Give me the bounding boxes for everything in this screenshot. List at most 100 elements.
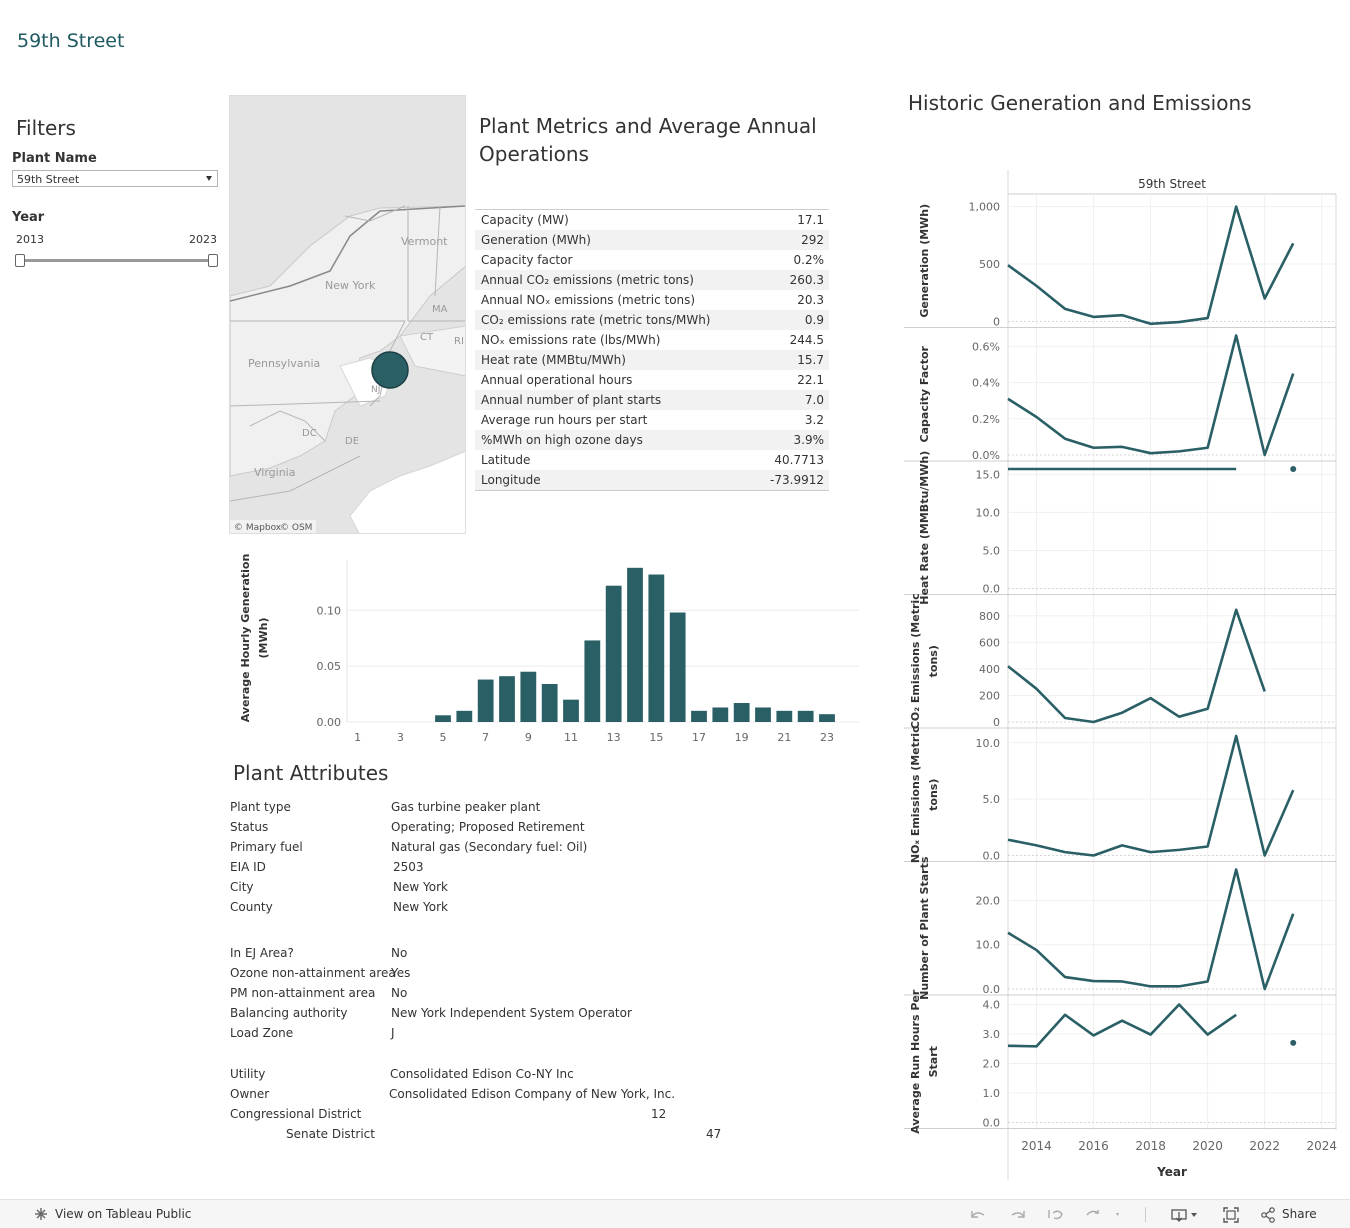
series-line	[1007, 1003, 1237, 1048]
bar-x-tick: 11	[564, 731, 578, 744]
bar-x-tick: 7	[482, 731, 489, 744]
year-tick: 2016	[1078, 1139, 1109, 1153]
attribute-label: Senate District	[286, 1127, 375, 1141]
historic-charts[interactable]: 59th Street 0 500 1,000 Generation (MWh) 0.0%…	[900, 170, 1340, 1190]
plant-location-marker	[371, 351, 409, 389]
undo-icon[interactable]	[968, 1207, 988, 1223]
attribute-label: Status	[230, 820, 269, 834]
metric-label: Longitude	[481, 473, 541, 487]
hour-bar	[648, 574, 665, 722]
metric-label: Annual number of plant starts	[481, 393, 662, 407]
attribute-value: Natural gas (Secondary fuel: Oil)	[391, 840, 588, 854]
panel-y-label: Heat Rate (MMBtu/MWh)	[918, 451, 931, 605]
attribute-label: Load Zone	[230, 1026, 294, 1040]
panel-y-label: Generation (MWh)	[918, 204, 931, 318]
metric-row: Annual CO₂ emissions (metric tons) 260.3	[475, 270, 829, 290]
svg-text:Heat Rate (MMBtu/MWh): Heat Rate (MMBtu/MWh)	[918, 451, 931, 605]
metrics-table: Capacity (MW) 17.1 Generation (MWh) 292 Capa…	[475, 209, 829, 491]
revert-icon[interactable]	[1046, 1207, 1066, 1223]
metric-label: Generation (MWh)	[481, 233, 591, 247]
metric-row: Capacity factor 0.2%	[475, 250, 829, 270]
hour-bar	[541, 684, 558, 722]
metric-row: Latitude 40.7713	[475, 450, 829, 470]
attribute-label: In EJ Area?	[230, 946, 294, 960]
svg-text:Generation (MWh): Generation (MWh)	[918, 204, 931, 318]
refresh-icon[interactable]	[1084, 1207, 1120, 1223]
hour-bar	[819, 714, 835, 722]
year-tick: 2024	[1306, 1139, 1337, 1153]
hour-bar	[563, 699, 579, 722]
hour-bar	[456, 710, 473, 722]
metric-label: Capacity (MW)	[481, 213, 569, 227]
bar-x-tick: 13	[607, 731, 621, 744]
metric-label: Annual CO₂ emissions (metric tons)	[481, 273, 694, 287]
metric-value: 3.9%	[793, 433, 825, 447]
hour-bar	[435, 715, 451, 722]
metric-label: %MWh on high ozone days	[481, 433, 643, 447]
attribute-value: J	[391, 1026, 395, 1040]
view-on-tableau-link[interactable]: View on Tableau Public	[55, 1207, 191, 1221]
share-button[interactable]: Share	[1282, 1207, 1317, 1221]
metric-value: 0.2%	[793, 253, 825, 267]
attribute-label: County	[230, 900, 273, 914]
metric-label: CO₂ emissions rate (metric tons/MWh)	[481, 313, 711, 327]
svg-text:Capacity Factor: Capacity Factor	[918, 345, 931, 442]
plant-map[interactable]: Vermont New York MA CT RI Pennsylvania N…	[229, 95, 466, 534]
year-tick: 2014	[1021, 1139, 1052, 1153]
year-tick: 2022	[1249, 1139, 1280, 1153]
attribute-label: Utility	[230, 1067, 266, 1081]
svg-text:Start: Start	[927, 1046, 940, 1077]
map-label-de: DE	[345, 436, 359, 447]
year-label: Year	[12, 210, 45, 225]
hour-bar	[733, 703, 750, 722]
bar-x-tick: 1	[354, 731, 361, 744]
hour-bar	[477, 679, 494, 722]
x-axis-label: Year	[1156, 1165, 1187, 1179]
attribute-value: Operating; Proposed Retirement	[391, 820, 585, 834]
metric-value: 15.7	[797, 353, 824, 367]
hourly-generation-chart[interactable]: 0.000.050.101 3 5 7 9 11 13 15 17 19 21 23Average H…	[229, 552, 869, 752]
year-max: 2023	[189, 233, 217, 246]
redo-icon[interactable]	[1008, 1207, 1028, 1223]
share-icon[interactable]	[1260, 1207, 1276, 1223]
panel-y-label: NOₓ Emissions (Metric tons)	[909, 726, 940, 863]
map-label-ct: CT	[420, 332, 434, 343]
tableau-logo-icon	[35, 1208, 47, 1220]
panel-y-tick: 10.0	[976, 737, 1001, 750]
panel-y-tick: 0.0	[983, 1117, 1001, 1130]
fullscreen-icon[interactable]	[1222, 1206, 1240, 1224]
year-slider-track[interactable]	[20, 259, 213, 262]
panel-y-tick: 5.0	[983, 544, 1001, 557]
attribute-value: No	[391, 946, 408, 960]
panel-y-tick: 1.0	[983, 1087, 1001, 1100]
year-tick: 2020	[1192, 1139, 1223, 1153]
download-icon[interactable]	[1170, 1207, 1202, 1223]
metric-value: 22.1	[797, 373, 824, 387]
bar-x-tick: 17	[692, 731, 706, 744]
metric-value: 0.9	[804, 313, 824, 327]
plant-name-dropdown[interactable]: 59th Street	[12, 170, 218, 187]
metric-label: Annual operational hours	[481, 373, 633, 387]
panel-y-tick: 400	[979, 663, 1000, 676]
panel-y-tick: 0.0%	[972, 449, 1000, 462]
metric-row: Annual number of plant starts 7.0	[475, 390, 829, 410]
panel-y-tick: 1,000	[969, 201, 1001, 214]
year-slider-min-handle[interactable]	[15, 254, 25, 267]
attribute-value: Consolidated Edison Company of New York,…	[389, 1087, 676, 1101]
series-point	[1290, 1039, 1297, 1046]
panel-y-tick: 0.0	[983, 983, 1001, 996]
bar-y-label: Average Hourly Generation (MWh)	[239, 554, 270, 723]
attribute-label: City	[230, 880, 254, 894]
series-line	[1007, 608, 1266, 724]
panel-y-label: Number of Plant Starts	[918, 856, 931, 1000]
year-slider-max-handle[interactable]	[208, 254, 218, 267]
historic-heading: Historic Generation and Emissions	[908, 91, 1252, 115]
metric-label: Heat rate (MMBtu/MWh)	[481, 353, 626, 367]
plant-name-value: 59th Street	[17, 173, 80, 186]
attribute-value: 12	[651, 1107, 667, 1121]
metric-row: Heat rate (MMBtu/MWh) 15.7	[475, 350, 829, 370]
svg-text:Average Hourly Generation: Average Hourly Generation	[239, 554, 252, 723]
attribute-label: Primary fuel	[230, 840, 303, 854]
hour-bar	[691, 710, 707, 722]
hour-bar	[797, 710, 814, 722]
